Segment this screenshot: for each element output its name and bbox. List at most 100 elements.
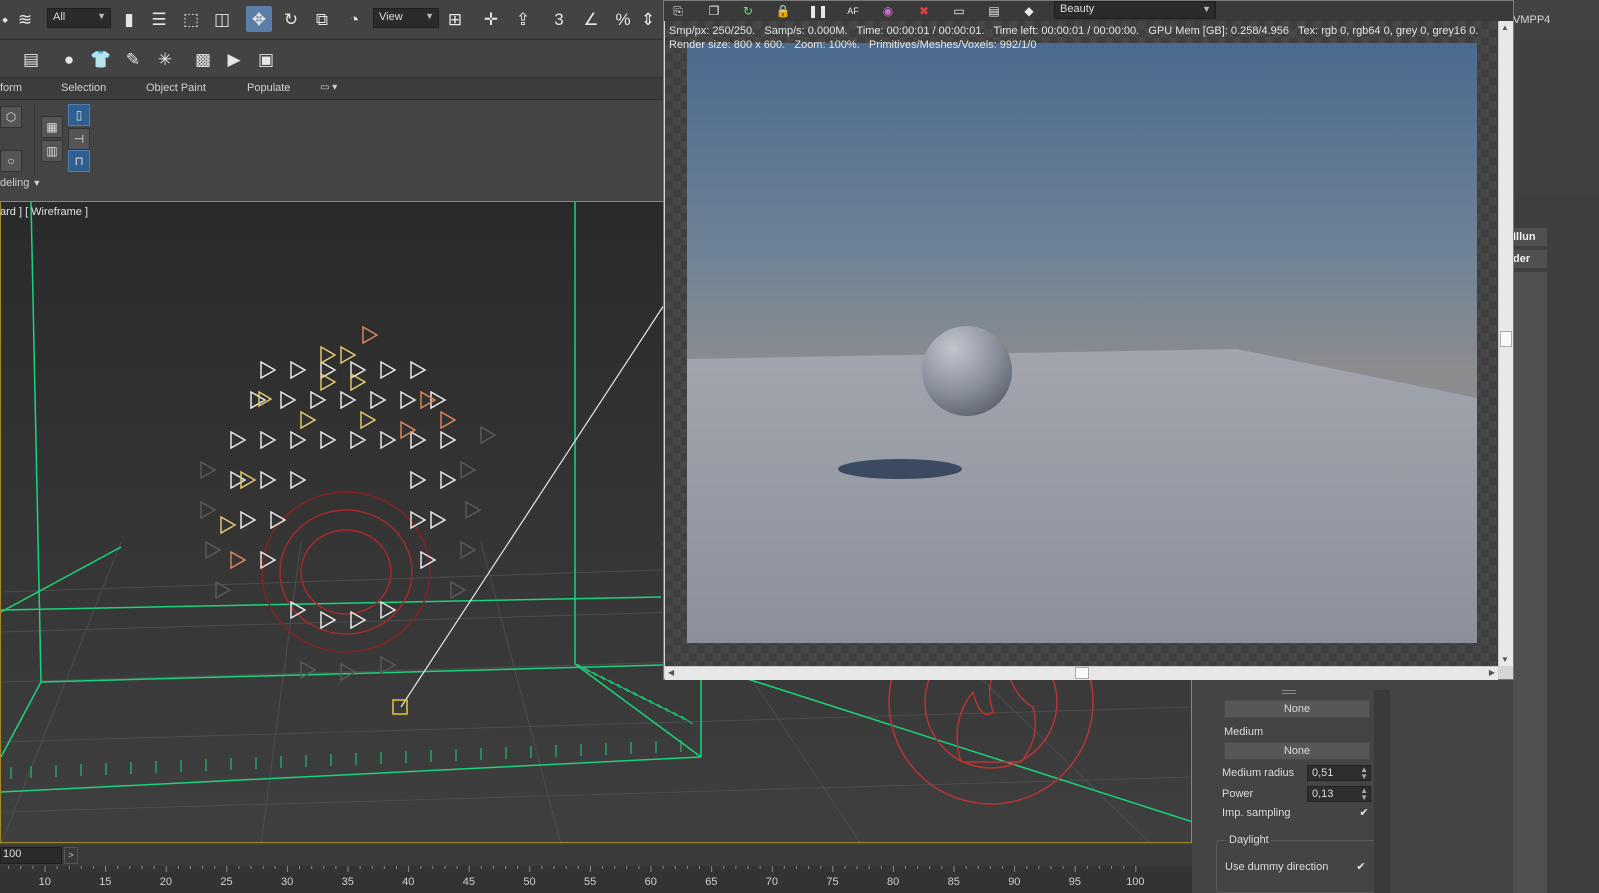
horizontal-scroll-thumb[interactable] [1075,667,1089,679]
frame-buffer-canvas[interactable]: Smp/px: 250/250. Samp/s: 0.000M. Time: 0… [665,21,1498,666]
brush-icon[interactable]: ✎ [120,46,146,72]
rendered-image [687,43,1477,643]
snap-label: 3 [554,9,564,29]
face-mode-icon[interactable]: ⊓ [68,150,90,172]
angle-snap-icon[interactable]: ∠ [578,6,604,32]
scroll-up-icon[interactable]: ▲ [1501,23,1509,32]
ribbon-options-icon[interactable]: ▭ ▾ [320,82,337,93]
rollout-grip-icon[interactable] [1282,690,1296,694]
af-icon[interactable]: AF [845,3,861,19]
ruler-label: 75 [826,876,839,888]
medium-radius-value: 0,51 [1312,767,1334,779]
right-panel-item-der[interactable]: der [1513,250,1547,268]
right-panel-tab[interactable]: VMPP4 [1513,14,1550,26]
next-frame-button[interactable]: > [64,847,78,864]
render-frame-icon[interactable]: ▶ [221,46,247,72]
select-by-name-icon[interactable]: ☰ [146,6,172,32]
place-icon[interactable]: ◔ [341,6,367,32]
lock-icon[interactable]: 🔒 [775,3,791,19]
rect-region-icon[interactable]: ⬚ [178,6,204,32]
snap-icon[interactable]: 3 [546,6,572,32]
pivot-icon[interactable]: ⊞ [442,6,468,32]
move-icon[interactable]: ✥ [246,6,272,32]
chevron-down-icon: ▼ [1202,4,1211,14]
timeline-ruler[interactable]: 10 15 20 25 30 35 40 45 50 55 60 65 70 75 80 85 90 95 100 [0,866,1192,893]
sphere-icon[interactable]: ● [56,46,82,72]
keyboard-shortcut-icon[interactable]: ⇪ [510,6,536,32]
horizontal-scrollbar[interactable]: ◀ ▶ [665,666,1498,680]
teapot-icon[interactable]: ◆ [1021,3,1037,19]
refresh-icon[interactable]: ↻ [740,3,756,19]
power-value: 0,13 [1312,788,1334,800]
window-crossing-icon[interactable]: ◫ [209,6,235,32]
spinner-arrows-icon[interactable]: ▲ ▼ [1360,787,1368,802]
tab-freeform[interactable]: form [0,82,22,94]
render-setup-icon[interactable]: ▩ [190,46,216,72]
tab-object-paint[interactable]: Object Paint [146,82,206,94]
ruler-label: 55 [584,876,597,888]
vertical-scrollbar[interactable]: ▲ ▼ [1498,21,1513,666]
medium-radius-spinner[interactable]: 0,51 ▲ ▼ [1307,765,1371,781]
graph-tool-icon[interactable]: ▦ [41,116,63,138]
color-wheel-icon[interactable]: ◉ [880,3,896,19]
command-panel-scrollbar[interactable] [1374,690,1390,893]
print-icon[interactable]: ▤ [986,3,1002,19]
scale-icon[interactable]: ⧉ [309,6,335,32]
save-icon[interactable]: ⎘ [670,3,686,19]
power-label: Power [1222,788,1254,800]
modeling-dropdown[interactable]: deling ▼ [0,177,96,195]
select-manipulate-icon[interactable]: ✛ [478,6,504,32]
viewport-label[interactable]: ard ] [ Wireframe ] [0,206,88,218]
environment-none-button[interactable]: None [1224,700,1370,718]
scroll-down-icon[interactable]: ▼ [1501,655,1509,664]
border-mode-icon[interactable]: ⊣ [68,128,90,150]
right-panel: VMPP4 Illun der [1513,0,1599,893]
vertex-mode-icon[interactable]: ▯ [68,104,90,126]
circle-tool-icon[interactable]: ○ [0,150,22,172]
ruler-label: 40 [402,876,415,888]
spinner-snap-icon[interactable]: ⇕ [638,6,658,32]
frame-field[interactable]: 100 [0,847,62,864]
selection-filter-dropdown[interactable]: All ▼ [47,8,111,28]
panel-gap [1192,680,1212,893]
ruler-label: 65 [705,876,718,888]
ground-plane [687,349,1477,643]
vertical-scroll-thumb[interactable] [1500,331,1512,347]
tab-selection[interactable]: Selection [61,82,106,94]
polygon-tool-icon[interactable]: ⬡ [0,106,22,128]
ribbon-tabs: form Selection Object Paint Populate ▭ ▾ [0,78,663,100]
power-spinner[interactable]: 0,13 ▲ ▼ [1307,786,1371,802]
medium-label: Medium [1224,726,1264,738]
scroll-left-icon[interactable]: ◀ [668,668,674,677]
scene-explorer-icon[interactable]: ▤ [18,46,44,72]
right-panel-item-illum[interactable]: Illun [1513,228,1547,246]
medium-none-button[interactable]: None [1224,742,1370,760]
ribbon-panel: ⬡ ○ ▦ ▥ ▯ ⊣ ⊓ deling ▼ [0,100,663,200]
shirt-icon[interactable]: 👕 [88,46,114,72]
rotate-icon[interactable]: ↻ [278,6,304,32]
imp-sampling-checkbox[interactable]: ✔ [1358,807,1370,819]
render-production-icon[interactable]: ▣ [253,46,279,72]
spinner-arrows-icon[interactable]: ▲ ▼ [1360,766,1368,781]
ruler-label: 60 [644,876,657,888]
command-panel: None Medium None Medium radius 0,51 ▲ ▼ Po… [1212,690,1390,893]
bind-spacewarp-icon[interactable]: ≋ [12,6,38,32]
select-object-icon[interactable]: ▮ [116,6,142,32]
right-panel-top [1513,40,1599,195]
copy-icon[interactable]: ❐ [706,3,722,19]
ref-coord-dropdown[interactable]: View ▼ [373,8,439,28]
scroll-right-icon[interactable]: ▶ [1489,668,1495,677]
ruler-label: 85 [947,876,960,888]
render-stats-line1: Smp/px: 250/250. Samp/s: 0.000M. Time: 0… [669,25,1479,37]
pause-icon[interactable]: ❚❚ [808,3,828,19]
use-dummy-direction-checkbox[interactable]: ✔ [1355,861,1367,873]
tab-populate[interactable]: Populate [247,82,290,94]
medium-radius-label: Medium radius [1222,767,1295,779]
ball-shadow [838,459,962,479]
particles-icon[interactable]: ✳ [152,46,178,72]
monitor-icon[interactable]: ▭ [951,3,967,19]
stop-icon[interactable]: ✖ [916,3,932,19]
edge-tool-icon[interactable]: ▥ [41,140,63,162]
render-element-dropdown[interactable]: Beauty ▼ [1054,1,1216,19]
percent-snap-icon[interactable]: % [610,6,636,32]
